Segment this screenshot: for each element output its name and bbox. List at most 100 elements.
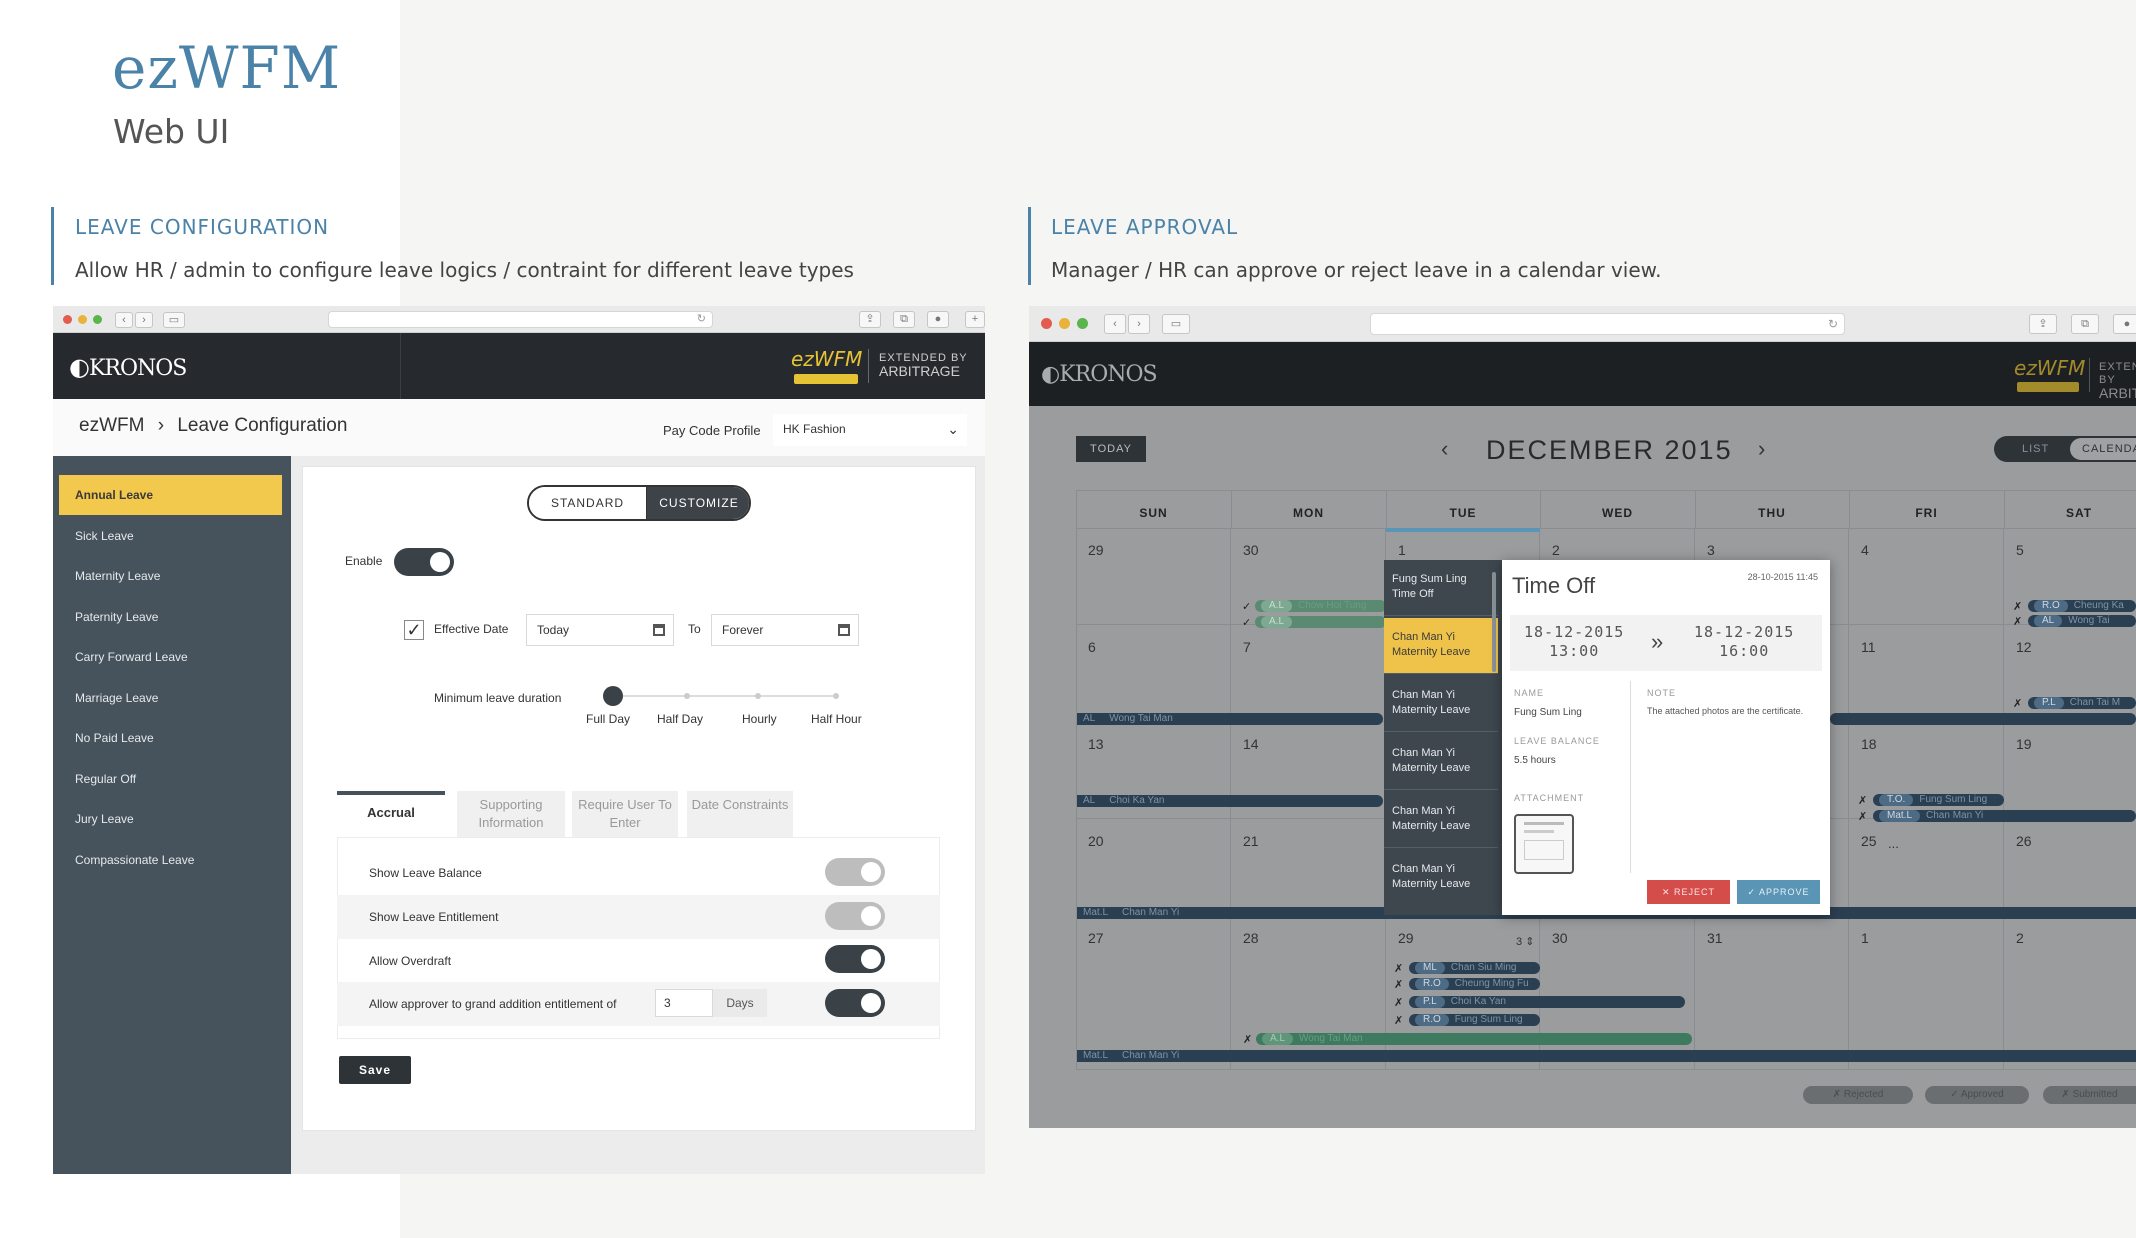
maximize-dot-icon[interactable]: [1077, 318, 1088, 329]
sidebar-item-sick-leave[interactable]: Sick Leave: [59, 516, 282, 556]
event-bar[interactable]: AL Wong Tai: [2028, 615, 2136, 627]
address-bar[interactable]: ↻: [328, 311, 713, 328]
leave-list-item[interactable]: Chan Man Yi Maternity Leave: [1384, 618, 1498, 674]
today-button[interactable]: TODAY: [1076, 436, 1146, 462]
mode-toggle[interactable]: STANDARD CUSTOMIZE: [527, 485, 751, 521]
sidebar-item-no-paid-leave[interactable]: No Paid Leave: [59, 718, 282, 758]
breadcrumb-root[interactable]: ezWFM: [79, 415, 144, 436]
allow-overdraft-toggle[interactable]: [825, 945, 885, 973]
list-scrollbar[interactable]: [1492, 572, 1496, 672]
enable-toggle[interactable]: [394, 548, 454, 576]
sidebar-item-compassionate-leave[interactable]: Compassionate Leave: [59, 840, 282, 880]
event-bar[interactable]: ML Chan Siu Ming: [1409, 962, 1540, 974]
close-dot-icon[interactable]: [63, 315, 72, 324]
event-bar[interactable]: A.L Wong Tai Man: [1256, 1033, 1692, 1045]
calendar-icon[interactable]: [838, 624, 850, 636]
event-bar[interactable]: R.O Fung Sum Ling: [1409, 1014, 1540, 1026]
forward-icon[interactable]: ›: [1128, 314, 1150, 334]
calendar-icon[interactable]: [653, 624, 665, 636]
save-button[interactable]: Save: [339, 1056, 411, 1084]
view-toggle[interactable]: LIST CALENDAR: [1994, 436, 2136, 462]
sidebar-item-marriage-leave[interactable]: Marriage Leave: [59, 678, 282, 718]
event-bar[interactable]: Mat.L Chan Man Yi: [1873, 810, 2136, 822]
duration-option[interactable]: Half Hour: [811, 712, 862, 726]
forward-icon[interactable]: ›: [135, 312, 153, 328]
event-bar[interactable]: P.L Choi Ka Yan: [1409, 996, 1685, 1008]
calendar-day-cell[interactable]: [1849, 528, 2004, 625]
view-list[interactable]: LIST: [2022, 436, 2049, 462]
sidebar-item-paternity-leave[interactable]: Paternity Leave: [59, 597, 282, 637]
sidebar-item-jury-leave[interactable]: Jury Leave: [59, 799, 282, 839]
new-tab-icon[interactable]: +: [965, 311, 985, 328]
mode-standard[interactable]: STANDARD: [529, 487, 647, 519]
duration-option[interactable]: Full Day: [586, 712, 630, 726]
event-bar[interactable]: P.L Chan Tai M: [2028, 697, 2136, 709]
reload-icon[interactable]: ↻: [697, 312, 706, 325]
slider-stop[interactable]: [755, 693, 761, 699]
tab-supporting-information[interactable]: Supporting Information: [457, 791, 565, 837]
view-calendar[interactable]: CALENDAR: [2070, 438, 2136, 460]
duration-option[interactable]: Hourly: [742, 712, 777, 726]
minimize-dot-icon[interactable]: [1059, 318, 1070, 329]
effective-from-field[interactable]: Today: [526, 614, 674, 646]
tabs-icon[interactable]: ⧉: [893, 311, 915, 328]
sidebar-item-annual-leave[interactable]: Annual Leave: [59, 475, 282, 515]
tab-accrual[interactable]: Accrual: [337, 791, 445, 837]
calendar-day-cell[interactable]: [1076, 625, 1231, 722]
event-bar[interactable]: A.L Chow Hoi Tung: [1255, 600, 1386, 612]
event-bar[interactable]: AL Choi Ka Yan: [1077, 795, 1383, 807]
sidebar-item-regular-off[interactable]: Regular Off: [59, 759, 282, 799]
duration-slider-handle[interactable]: [603, 686, 623, 706]
sidebar-item-maternity-leave[interactable]: Maternity Leave: [59, 556, 282, 596]
prev-month-icon[interactable]: ‹: [1441, 436, 1448, 462]
download-icon[interactable]: ●: [2113, 314, 2136, 334]
duration-slider-track[interactable]: [613, 695, 837, 697]
leave-list-item[interactable]: Chan Man Yi Maternity Leave: [1384, 792, 1498, 848]
download-icon[interactable]: ●: [927, 311, 949, 328]
slider-stop[interactable]: [833, 693, 839, 699]
reject-button[interactable]: ✕ REJECT: [1647, 880, 1730, 904]
sidebar-item-carry-forward-leave[interactable]: Carry Forward Leave: [59, 637, 282, 677]
event-bar[interactable]: A.L: [1255, 616, 1386, 628]
back-icon[interactable]: ‹: [1104, 314, 1126, 334]
slider-stop[interactable]: [684, 693, 690, 699]
grant-days-input[interactable]: 3: [655, 989, 713, 1017]
allow-approver-grant-toggle[interactable]: [825, 989, 885, 1017]
maximize-dot-icon[interactable]: [93, 315, 102, 324]
approve-button[interactable]: ✓ APPROVE: [1737, 880, 1820, 904]
tab-date-constraints[interactable]: Date Constraints: [687, 791, 793, 837]
address-bar[interactable]: ↻: [1370, 313, 1845, 335]
tab-require-user-to-enter[interactable]: Require User To Enter: [572, 791, 678, 837]
duration-option[interactable]: Half Day: [657, 712, 703, 726]
share-icon[interactable]: ⇪: [2029, 314, 2057, 334]
leave-list-item[interactable]: Fung Sum Ling Time Off: [1384, 560, 1498, 616]
event-bar[interactable]: Mat.L Chan Man Yi: [1077, 1050, 2136, 1062]
pay-code-select[interactable]: HK Fashion ⌄: [773, 414, 967, 446]
leave-list-item[interactable]: Chan Man Yi Maternity Leave: [1384, 850, 1498, 906]
effective-to-field[interactable]: Forever: [711, 614, 859, 646]
attachment-thumbnail[interactable]: [1514, 814, 1574, 874]
effective-date-checkbox[interactable]: ✓: [404, 620, 424, 640]
event-bar[interactable]: T.O. Fung Sum Ling: [1873, 794, 2004, 806]
back-icon[interactable]: ‹: [115, 312, 133, 328]
leave-list-item[interactable]: Chan Man Yi Maternity Leave: [1384, 734, 1498, 790]
event-bar[interactable]: AL Wong Tai Man: [1077, 713, 1383, 725]
calendar-day-cell[interactable]: [1231, 625, 1386, 722]
minimize-dot-icon[interactable]: [78, 315, 87, 324]
calendar-day-cell[interactable]: [1849, 916, 2004, 1070]
leave-list-item[interactable]: Chan Man Yi Maternity Leave: [1384, 676, 1498, 732]
sidebar-toggle-icon[interactable]: ▭: [1162, 314, 1190, 334]
mode-customize[interactable]: CUSTOMIZE: [647, 487, 749, 519]
event-bar[interactable]: R.O Cheung Ming Fu: [1409, 978, 1540, 990]
show-leave-balance-toggle[interactable]: [825, 858, 885, 886]
reload-icon[interactable]: ↻: [1828, 317, 1838, 331]
tabs-icon[interactable]: ⧉: [2071, 314, 2099, 334]
more-events-indicator[interactable]: ...: [1888, 836, 1899, 851]
show-leave-entitlement-toggle[interactable]: [825, 902, 885, 930]
event-bar[interactable]: R.O Cheung Ka: [2028, 600, 2136, 612]
next-month-icon[interactable]: ›: [1758, 436, 1765, 462]
sidebar-toggle-icon[interactable]: ▭: [163, 312, 185, 328]
share-icon[interactable]: ⇪: [859, 311, 881, 328]
close-dot-icon[interactable]: [1041, 318, 1052, 329]
expand-icon[interactable]: ⇕: [1525, 936, 1534, 948]
